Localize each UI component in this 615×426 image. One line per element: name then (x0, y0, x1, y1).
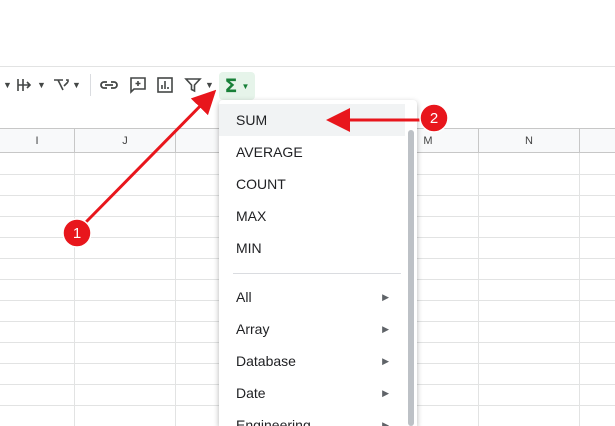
sigma-icon: Σ (224, 75, 238, 97)
vertical-align-button[interactable]: ▼ (16, 73, 46, 97)
grid-line (579, 153, 580, 426)
functions-button[interactable]: Σ ▼ (219, 72, 255, 100)
vertical-align-icon (16, 76, 34, 94)
menu-item-array[interactable]: Array ▶ (219, 313, 405, 345)
submenu-arrow-icon: ▶ (382, 387, 389, 398)
text-rotation-icon (51, 76, 69, 94)
align-dropdown-caret[interactable]: ▼ (0, 73, 12, 97)
submenu-arrow-icon: ▶ (382, 355, 389, 366)
menu-item-database[interactable]: Database ▶ (219, 345, 405, 377)
grid-line (478, 153, 479, 426)
menu-item-count[interactable]: COUNT (219, 168, 405, 200)
functions-menu: SUM AVERAGE COUNT MAX MIN All ▶ Array ▶ Da… (219, 100, 417, 426)
menu-scrollbar-thumb[interactable] (408, 130, 414, 426)
insert-comment-button[interactable] (129, 73, 147, 97)
menu-item-min[interactable]: MIN (219, 232, 405, 264)
grid-line (74, 153, 75, 426)
toolbar: ▼ ▼ ▼ ▼ (0, 67, 615, 103)
link-icon (99, 76, 119, 94)
app-header-area (0, 0, 615, 67)
menu-item-sum[interactable]: SUM (219, 104, 405, 136)
filter-button[interactable]: ▼ (184, 73, 214, 97)
submenu-arrow-icon: ▶ (382, 419, 389, 426)
comment-icon (129, 76, 147, 94)
grid-line (175, 153, 176, 426)
insert-chart-button[interactable] (156, 73, 174, 97)
menu-item-all[interactable]: All ▶ (219, 281, 405, 313)
menu-divider (233, 273, 401, 274)
menu-item-date[interactable]: Date ▶ (219, 377, 405, 409)
menu-item-max[interactable]: MAX (219, 200, 405, 232)
filter-icon (184, 76, 202, 94)
insert-link-button[interactable] (99, 73, 119, 97)
column-header-n[interactable]: N (479, 128, 580, 153)
menu-item-average[interactable]: AVERAGE (219, 136, 405, 168)
menu-scrollbar[interactable] (405, 100, 417, 426)
column-header-i[interactable]: I (0, 128, 75, 153)
menu-item-engineering[interactable]: Engineering ▶ (219, 409, 405, 426)
toolbar-divider (90, 74, 91, 96)
functions-dropdown-caret: ▼ (241, 81, 250, 91)
column-header-j[interactable]: J (75, 128, 176, 153)
submenu-arrow-icon: ▶ (382, 323, 389, 334)
submenu-arrow-icon: ▶ (382, 291, 389, 302)
text-rotation-button[interactable]: ▼ (51, 73, 81, 97)
annotation-label-2: 2 (430, 110, 438, 127)
chart-icon (156, 76, 174, 94)
column-header-o[interactable] (580, 128, 615, 153)
